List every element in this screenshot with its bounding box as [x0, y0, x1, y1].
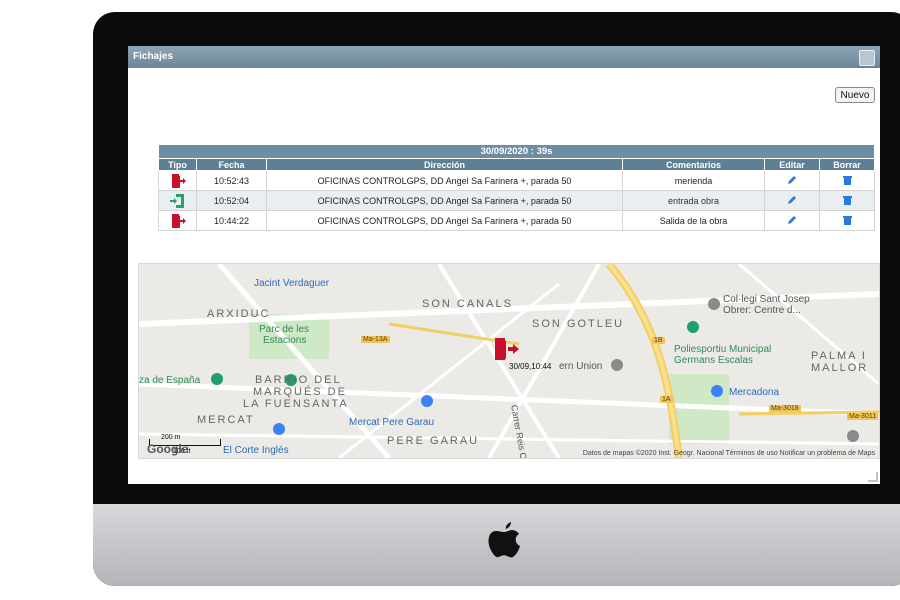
map-label: Mercadona [729, 387, 780, 398]
trash-icon[interactable] [842, 175, 852, 185]
map-label: El Corte Inglés [223, 445, 289, 456]
column-header-borrar: Borrar [819, 158, 875, 171]
map-label: MALLOR [811, 362, 869, 374]
map-label: Obrer: Centre d... [723, 305, 801, 316]
map-label: Poliesportiu Municipal [674, 344, 772, 355]
table-row: 10:44:22 OFICINAS CONTROLGPS, DD Angel S… [158, 210, 875, 231]
road-tag: Ma-3018 [769, 405, 801, 412]
edit-icon[interactable] [787, 195, 797, 205]
row-time: 10:44:22 [196, 210, 267, 231]
map-label: MERCAT [197, 414, 255, 426]
row-comment: Salida de la obra [622, 210, 765, 231]
table-row: 10:52:04 OFICINAS CONTROLGPS, DD Angel S… [158, 190, 875, 211]
apple-icon [488, 522, 520, 558]
map-label: BARRIO DEL [255, 374, 342, 386]
map-label: Parc de les [259, 324, 310, 335]
road-tag: 1B [652, 337, 665, 344]
map-label: ARXIDUC [207, 308, 271, 320]
marker-label: 30/09,10:44 [509, 362, 552, 371]
map-label: Germans Escalas [674, 355, 753, 366]
row-comment: entrada obra [622, 190, 765, 211]
map-label: SON CANALS [422, 298, 513, 310]
map-attribution[interactable]: Datos de mapas ©2020 Inst. Geogr. Nacion… [583, 450, 875, 457]
entry-icon [169, 193, 184, 208]
close-button[interactable] [859, 50, 875, 66]
exit-marker-icon[interactable] [493, 337, 521, 361]
window-titlebar: Fichajes [128, 46, 880, 68]
exit-icon [171, 173, 186, 188]
screen: Fichajes Nuevo 30/09/2020 : 39s Tipo Fec… [128, 46, 880, 484]
column-header-tipo: Tipo [158, 158, 197, 171]
row-comment: merienda [622, 170, 765, 191]
table-row: 10:52:43 OFICINAS CONTROLGPS, DD Angel S… [158, 170, 875, 191]
edit-icon[interactable] [787, 175, 797, 185]
column-header-comentarios: Comentarios [622, 158, 765, 171]
road-tag: Ma-3011 [847, 413, 879, 420]
monitor-frame: Fichajes Nuevo 30/09/2020 : 39s Tipo Fec… [93, 12, 900, 586]
map-label: LA FUENSANTA [243, 398, 349, 410]
edit-icon[interactable] [787, 215, 797, 225]
map-label: SON GOTLEU [532, 318, 625, 330]
map-label: Col·legi Sant Josep [723, 294, 810, 305]
map-label: za de España [139, 375, 201, 386]
map-label: MARQUÉS DE [253, 386, 347, 398]
row-address: OFICINAS CONTROLGPS, DD Angel Sa Fariner… [266, 210, 623, 231]
fichajes-table: 30/09/2020 : 39s Tipo Fecha Dirección Co… [158, 144, 875, 231]
map-view[interactable]: 30/09,10:44 Jacint Verdaguer SON CANALS … [138, 263, 880, 459]
window-title: Fichajes [133, 51, 174, 62]
column-header-fecha: Fecha [196, 158, 267, 171]
road-tag: 1A [660, 396, 673, 403]
resize-handle[interactable] [868, 472, 878, 482]
row-address: OFICINAS CONTROLGPS, DD Angel Sa Fariner… [266, 190, 623, 211]
map-label: ern Union [559, 361, 603, 372]
road-tag: Ma-13A [361, 336, 390, 343]
trash-icon[interactable] [842, 215, 852, 225]
map-label: Mercat Pere Garau [349, 417, 435, 428]
google-logo: Google [147, 442, 189, 456]
row-time: 10:52:43 [196, 170, 267, 191]
exit-icon [171, 213, 186, 228]
table-caption: 30/09/2020 : 39s [158, 144, 875, 159]
map-label: PERE GARAU [387, 435, 480, 447]
column-header-editar: Editar [764, 158, 820, 171]
row-address: OFICINAS CONTROLGPS, DD Angel Sa Fariner… [266, 170, 623, 191]
row-time: 10:52:04 [196, 190, 267, 211]
map-label: Jacint Verdaguer [254, 278, 330, 289]
map-label: Estacions [263, 335, 307, 346]
column-header-direccion: Dirección [266, 158, 623, 171]
trash-icon[interactable] [842, 195, 852, 205]
new-button[interactable]: Nuevo [835, 87, 875, 103]
map-label: PALMA I [811, 350, 867, 362]
